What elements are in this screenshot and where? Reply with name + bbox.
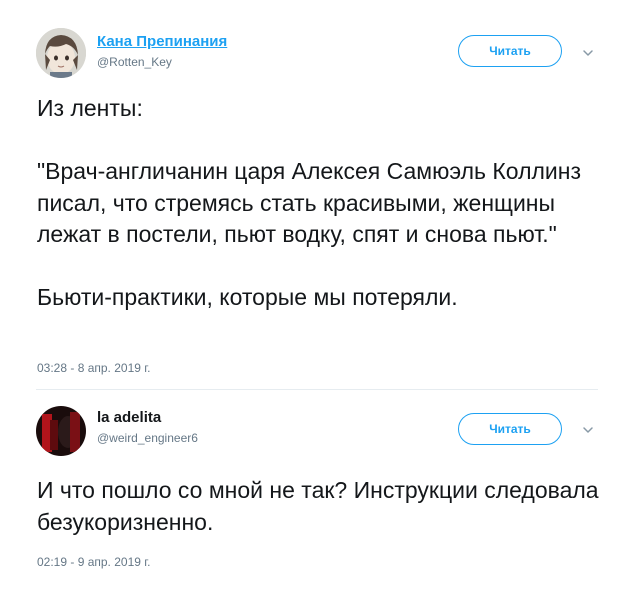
- follow-button[interactable]: Читать: [458, 35, 562, 67]
- tweet: la adelita @weird_engineer6 Читать И что…: [0, 390, 634, 596]
- tweet-timestamp[interactable]: 03:28 - 8 апр. 2019 г.: [37, 361, 151, 375]
- avatar[interactable]: [36, 28, 86, 78]
- display-name[interactable]: la adelita: [97, 409, 161, 426]
- follow-button[interactable]: Читать: [458, 413, 562, 445]
- user-handle[interactable]: @weird_engineer6: [97, 431, 198, 445]
- user-handle[interactable]: @Rotten_Key: [97, 55, 172, 69]
- display-name[interactable]: Кана Препинания: [97, 33, 227, 50]
- chevron-down-icon[interactable]: [581, 46, 595, 60]
- avatar[interactable]: [36, 406, 86, 456]
- tweet-timestamp[interactable]: 02:19 - 9 апр. 2019 г.: [37, 555, 151, 569]
- chevron-down-icon[interactable]: [581, 423, 595, 437]
- tweet-text: И что пошло со мной не так? Инструкции с…: [37, 477, 599, 535]
- tweet: Кана Препинания @Rotten_Key Читать Из ле…: [0, 0, 634, 390]
- tweet-text: Из ленты: "Врач-англичанин царя Алексея …: [37, 95, 582, 310]
